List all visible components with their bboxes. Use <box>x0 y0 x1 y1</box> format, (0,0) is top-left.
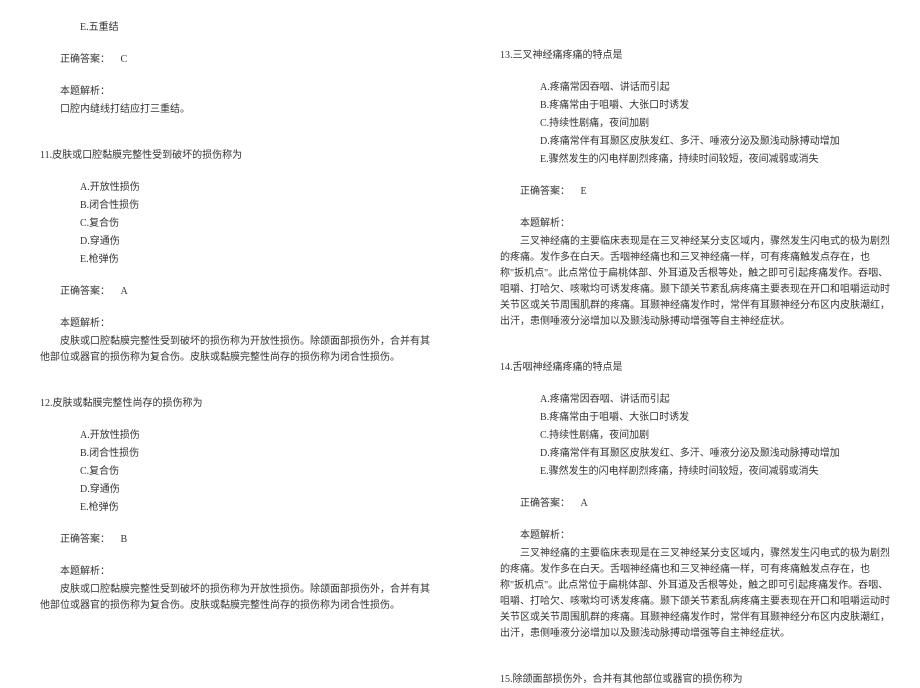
q13-answer: 正确答案： E <box>500 184 890 200</box>
q12-explain: 皮肤或口腔黏膜完整性受到破坏的损伤称为开放性损伤。除颌面部损伤外，合并有其他部位… <box>40 582 430 614</box>
q14-explain-label: 本题解析： <box>500 528 890 544</box>
q13-option-d: D.疼痛常伴有耳颞区皮肤发红、多汗、唾液分泌及颞浅动脉搏动增加 <box>500 134 890 150</box>
q11-option-c: C.复合伤 <box>40 216 430 232</box>
document-page: E.五重结 正确答案： C 本题解析： 口腔内缝线打结应打三重结。 11.皮肤或… <box>0 0 920 651</box>
answer-value: C <box>121 54 128 65</box>
q13-option-e: E.骤然发生的闪电样剧烈疼痛，持续时间较短，夜间减弱或消失 <box>500 152 890 168</box>
q14-explain: 三叉神经痛的主要临床表现是在三叉神经某分支区域内，骤然发生闪电式的极为剧烈的疼痛… <box>500 546 890 642</box>
q13-option-c: C.持续性剧痛，夜间加剧 <box>500 116 890 132</box>
q12-option-b: B.闭合性损伤 <box>40 446 430 462</box>
q13-option-a: A.疼痛常因吞咽、讲话而引起 <box>500 80 890 96</box>
q14-title: 14.舌咽神经痛疼痛的特点是 <box>500 360 890 376</box>
q11-explain-label: 本题解析： <box>40 316 430 332</box>
answer-label: 正确答案： <box>60 534 110 545</box>
q13-option-b: B.疼痛常由于咀嚼、大张口时诱发 <box>500 98 890 114</box>
q12-answer: 正确答案： B <box>40 532 430 548</box>
q11-option-e: E.枪弹伤 <box>40 252 430 268</box>
q14-option-c: C.持续性剧痛，夜间加剧 <box>500 428 890 444</box>
q11-title: 11.皮肤或口腔黏膜完整性受到破坏的损伤称为 <box>40 148 430 164</box>
q12-option-e: E.枪弹伤 <box>40 500 430 516</box>
answer-value: A <box>121 286 128 297</box>
q12-option-d: D.穿通伤 <box>40 482 430 498</box>
q14-option-a: A.疼痛常因吞咽、讲话而引起 <box>500 392 890 408</box>
q14-option-d: D.疼痛常伴有耳颞区皮肤发红、多汗、唾液分泌及颞浅动脉搏动增加 <box>500 446 890 462</box>
q10-explain: 口腔内缝线打结应打三重结。 <box>40 102 430 118</box>
q15-title: 15.除颌面部损伤外，合并有其他部位或器官的损伤称为 <box>500 672 890 688</box>
answer-label: 正确答案： <box>520 498 570 509</box>
q12-explain-label: 本题解析： <box>40 564 430 580</box>
right-column: 13.三叉神经痛疼痛的特点是 A.疼痛常因吞咽、讲话而引起 B.疼痛常由于咀嚼、… <box>460 0 920 651</box>
answer-value: E <box>581 186 587 197</box>
q13-explain: 三叉神经痛的主要临床表现是在三叉神经某分支区域内，骤然发生闪电式的极为剧烈的疼痛… <box>500 234 890 330</box>
q14-answer: 正确答案： A <box>500 496 890 512</box>
q10-option-e: E.五重结 <box>40 20 430 36</box>
q11-option-d: D.穿通伤 <box>40 234 430 250</box>
q11-explain: 皮肤或口腔黏膜完整性受到破坏的损伤称为开放性损伤。除颌面部损伤外，合并有其他部位… <box>40 334 430 366</box>
q11-option-b: B.闭合性损伤 <box>40 198 430 214</box>
answer-label: 正确答案： <box>60 54 110 65</box>
q11-option-a: A.开放性损伤 <box>40 180 430 196</box>
q10-explain-label: 本题解析： <box>40 84 430 100</box>
q11-answer: 正确答案： A <box>40 284 430 300</box>
q12-option-c: C.复合伤 <box>40 464 430 480</box>
answer-label: 正确答案： <box>60 286 110 297</box>
q13-explain-label: 本题解析： <box>500 216 890 232</box>
answer-value: A <box>581 498 588 509</box>
answer-value: B <box>121 534 128 545</box>
q14-option-e: E.骤然发生的闪电样剧烈疼痛，持续时间较短，夜间减弱或消失 <box>500 464 890 480</box>
q13-title: 13.三叉神经痛疼痛的特点是 <box>500 48 890 64</box>
q12-title: 12.皮肤或黏膜完整性尚存的损伤称为 <box>40 396 430 412</box>
q10-answer: 正确答案： C <box>40 52 430 68</box>
left-column: E.五重结 正确答案： C 本题解析： 口腔内缝线打结应打三重结。 11.皮肤或… <box>0 0 460 651</box>
q14-option-b: B.疼痛常由于咀嚼、大张口时诱发 <box>500 410 890 426</box>
q12-option-a: A.开放性损伤 <box>40 428 430 444</box>
answer-label: 正确答案： <box>520 186 570 197</box>
